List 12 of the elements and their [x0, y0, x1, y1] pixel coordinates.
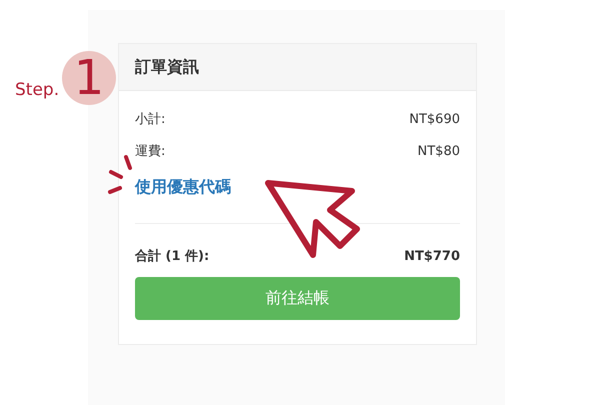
coupon-link[interactable]: 使用優惠代碼: [135, 176, 231, 198]
step-label: Step.: [15, 80, 60, 100]
row-label: 小計:: [135, 111, 166, 128]
total-label: 合計 (1 件):: [135, 248, 210, 265]
emphasis-marks: [108, 155, 132, 194]
row-label: 運費:: [135, 143, 166, 160]
row-value: NT$690: [409, 112, 460, 126]
total-value: NT$770: [404, 248, 460, 264]
checkout-button[interactable]: 前往結帳: [135, 277, 460, 320]
card-title: 訂單資訊: [135, 56, 199, 78]
step-number: 1: [62, 51, 116, 105]
row-value: NT$80: [418, 144, 460, 158]
